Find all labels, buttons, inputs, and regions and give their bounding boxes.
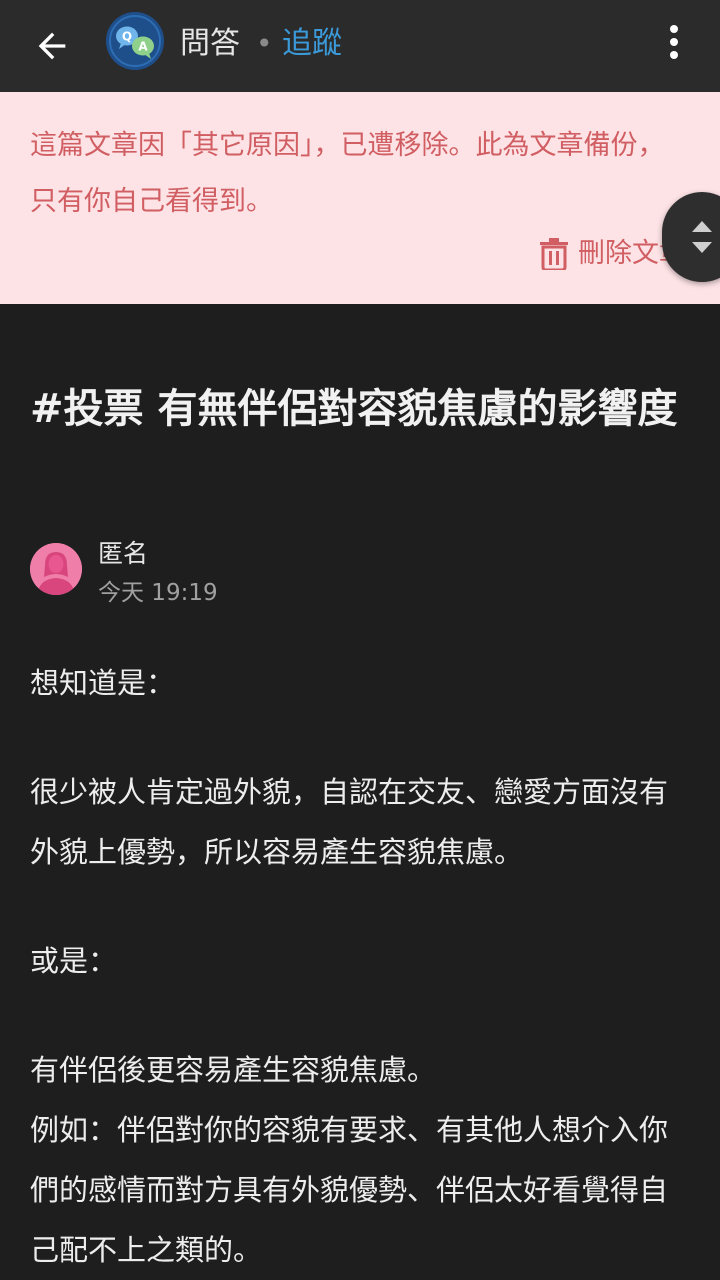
- post-body-paragraph: 或是：: [30, 944, 118, 978]
- qa-icon: Q A: [106, 12, 164, 70]
- post-body-paragraph: 想知道是：: [30, 666, 176, 700]
- more-vertical-icon: [670, 25, 678, 59]
- post-timestamp: 今天 19:19: [98, 580, 218, 606]
- top-app-bar: Q A 問答 • 追蹤: [0, 0, 720, 92]
- post-page: Q A 問答 • 追蹤 這篇文章因「其它原因」，已遭移除。此為文章備份，只有你自…: [0, 0, 720, 1280]
- board-avatar[interactable]: Q A: [106, 12, 164, 70]
- author-name: 匿名: [98, 539, 149, 568]
- arrow-left-icon: [38, 32, 66, 60]
- board-name[interactable]: 問答: [180, 22, 240, 66]
- more-options-button[interactable]: [652, 20, 696, 64]
- post-body-paragraph: 有伴侶後更容易產生容貌焦慮。: [30, 1053, 437, 1087]
- trash-icon: [540, 238, 568, 270]
- post-body-paragraph: 例如：伴侶對你的容貌有要求、有其他人想介入你們的感情而對方具有外貌優勢、伴侶太好…: [30, 1113, 669, 1267]
- author-avatar[interactable]: [30, 543, 82, 595]
- post-title: #投票 有無伴侶對容貌焦慮的影響度: [30, 386, 678, 432]
- header-separator: •: [256, 27, 273, 60]
- svg-text:A: A: [138, 40, 148, 54]
- back-button[interactable]: [30, 24, 74, 68]
- removed-notice-text: 這篇文章因「其它原因」，已遭移除。此為文章備份，只有你自己看得到。: [30, 130, 665, 217]
- follow-button[interactable]: 追蹤: [282, 22, 342, 66]
- anonymous-female-icon: [30, 543, 82, 595]
- removed-notice-banner: 這篇文章因「其它原因」，已遭移除。此為文章備份，只有你自己看得到。 刪除文章: [0, 92, 720, 304]
- scroll-up-down-icon: [692, 221, 712, 253]
- svg-text:Q: Q: [122, 30, 132, 44]
- post-body-paragraph: 很少被人肯定過外貌，自認在交友、戀愛方面沒有外貌上優勢，所以容易產生容貌焦慮。: [30, 775, 669, 869]
